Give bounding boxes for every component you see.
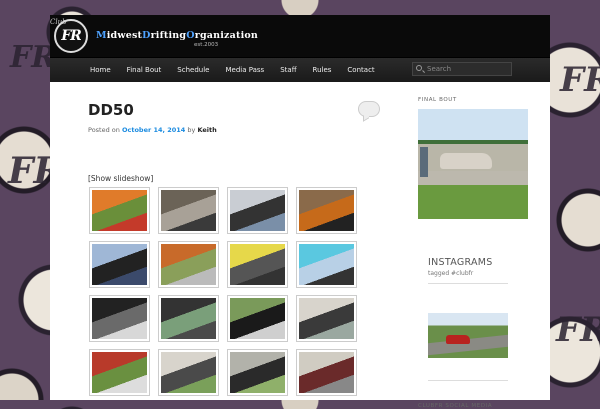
nav-item-media-pass[interactable]: Media Pass	[217, 58, 272, 82]
gallery-thumbnail[interactable]	[296, 241, 357, 288]
nav-item-staff[interactable]: Staff	[272, 58, 304, 82]
post-meta: Posted on October 14, 2014 by Keith	[88, 126, 388, 134]
nav-item-schedule[interactable]: Schedule	[169, 58, 217, 82]
thumbnail-image	[161, 244, 216, 285]
thumbnail-image	[299, 298, 354, 339]
gallery-thumbnail[interactable]	[296, 187, 357, 234]
gallery-thumbnail[interactable]	[296, 349, 357, 396]
thumbnail-image	[299, 244, 354, 285]
posted-on-label: Posted on	[88, 126, 120, 134]
image-gallery	[89, 187, 428, 403]
site-title-part: rifting	[150, 30, 187, 41]
thumbnail-image	[230, 298, 285, 339]
instagrams-tag-text: tagged #clubfr	[428, 270, 474, 277]
instagram-image[interactable]	[428, 313, 508, 358]
gallery-thumbnail[interactable]	[158, 349, 219, 396]
gallery-empty-cell	[365, 295, 428, 349]
logo-club-text: Club	[50, 18, 67, 26]
thumbnail-image	[161, 352, 216, 393]
divider	[428, 283, 508, 284]
gallery-thumbnail[interactable]	[296, 295, 357, 342]
final-bout-image[interactable]	[418, 109, 528, 219]
instagrams-widget-title: INSTAGRAMS	[428, 257, 493, 268]
gallery-empty-cell	[365, 349, 428, 403]
gallery-thumbnail[interactable]	[89, 241, 150, 288]
thumbnail-image	[299, 190, 354, 231]
nav-item-contact[interactable]: Contact	[339, 58, 382, 82]
gallery-thumbnail[interactable]	[158, 241, 219, 288]
thumbnail-image	[92, 298, 147, 339]
show-slideshow-link[interactable]: [Show slideshow]	[88, 174, 153, 183]
thumbnail-image	[161, 298, 216, 339]
site-title[interactable]: MidwestDriftingOrganization	[96, 30, 258, 41]
gallery-thumbnail[interactable]	[227, 241, 288, 288]
post-title[interactable]: DD50	[88, 101, 388, 119]
post-author-link[interactable]: Keith	[197, 126, 216, 134]
barrier-shape	[418, 171, 528, 185]
gallery-thumbnail[interactable]	[158, 295, 219, 342]
site-title-part: O	[186, 30, 195, 41]
site-established: est.2003	[194, 42, 219, 48]
bg-logo-decoration: FR	[560, 60, 600, 100]
thumbnail-image	[92, 244, 147, 285]
thumbnail-image	[92, 190, 147, 231]
main-navigation: Home Final Bout Schedule Media Pass Staff Rul…	[50, 57, 550, 82]
search-input[interactable]	[413, 63, 511, 75]
final-bout-widget-title: FINAL BOUT	[418, 97, 457, 103]
gallery-thumbnail[interactable]	[227, 295, 288, 342]
gallery-thumbnail[interactable]	[158, 187, 219, 234]
gallery-empty-cell	[365, 241, 428, 295]
site-title-part: M	[96, 30, 107, 41]
page-container: FR Club MidwestDriftingOrganization est.…	[50, 15, 550, 409]
gallery-thumbnail[interactable]	[89, 295, 150, 342]
site-title-part: D	[142, 30, 151, 41]
sidebar: FINAL BOUT INSTAGRAMS tagged #clubfr CLU…	[418, 97, 528, 409]
by-label: by	[187, 126, 196, 134]
social-media-widget-title: CLUBFR SOCIAL MEDIA	[418, 403, 493, 409]
nav-item-home[interactable]: Home	[82, 58, 119, 82]
post-date-link[interactable]: October 14, 2014	[122, 126, 185, 134]
thumbnail-image	[92, 352, 147, 393]
comments-bubble-icon[interactable]	[358, 101, 380, 117]
car-shape	[440, 153, 492, 169]
gallery-thumbnail[interactable]	[89, 349, 150, 396]
site-header: FR Club MidwestDriftingOrganization est.…	[50, 15, 550, 57]
nav-item-rules[interactable]: Rules	[305, 58, 340, 82]
bg-logo-decoration: FR	[556, 310, 600, 350]
thumbnail-image	[230, 244, 285, 285]
person-shape	[420, 147, 428, 177]
thumbnail-image	[230, 352, 285, 393]
search-form	[412, 62, 512, 76]
logo-text: FR	[61, 28, 82, 44]
divider	[428, 380, 508, 381]
search-icon	[416, 65, 422, 71]
car-shape	[446, 335, 470, 344]
gallery-thumbnail[interactable]	[227, 349, 288, 396]
site-title-part: rganization	[194, 30, 259, 41]
thumbnail-image	[299, 352, 354, 393]
thumbnail-image	[161, 190, 216, 231]
gallery-thumbnail[interactable]	[227, 187, 288, 234]
thumbnail-image	[230, 190, 285, 231]
nav-item-final-bout[interactable]: Final Bout	[119, 58, 170, 82]
site-title-part: idwest	[106, 30, 143, 41]
main-content: DD50 Posted on October 14, 2014 by Keith…	[88, 101, 388, 396]
gallery-thumbnail[interactable]	[89, 187, 150, 234]
